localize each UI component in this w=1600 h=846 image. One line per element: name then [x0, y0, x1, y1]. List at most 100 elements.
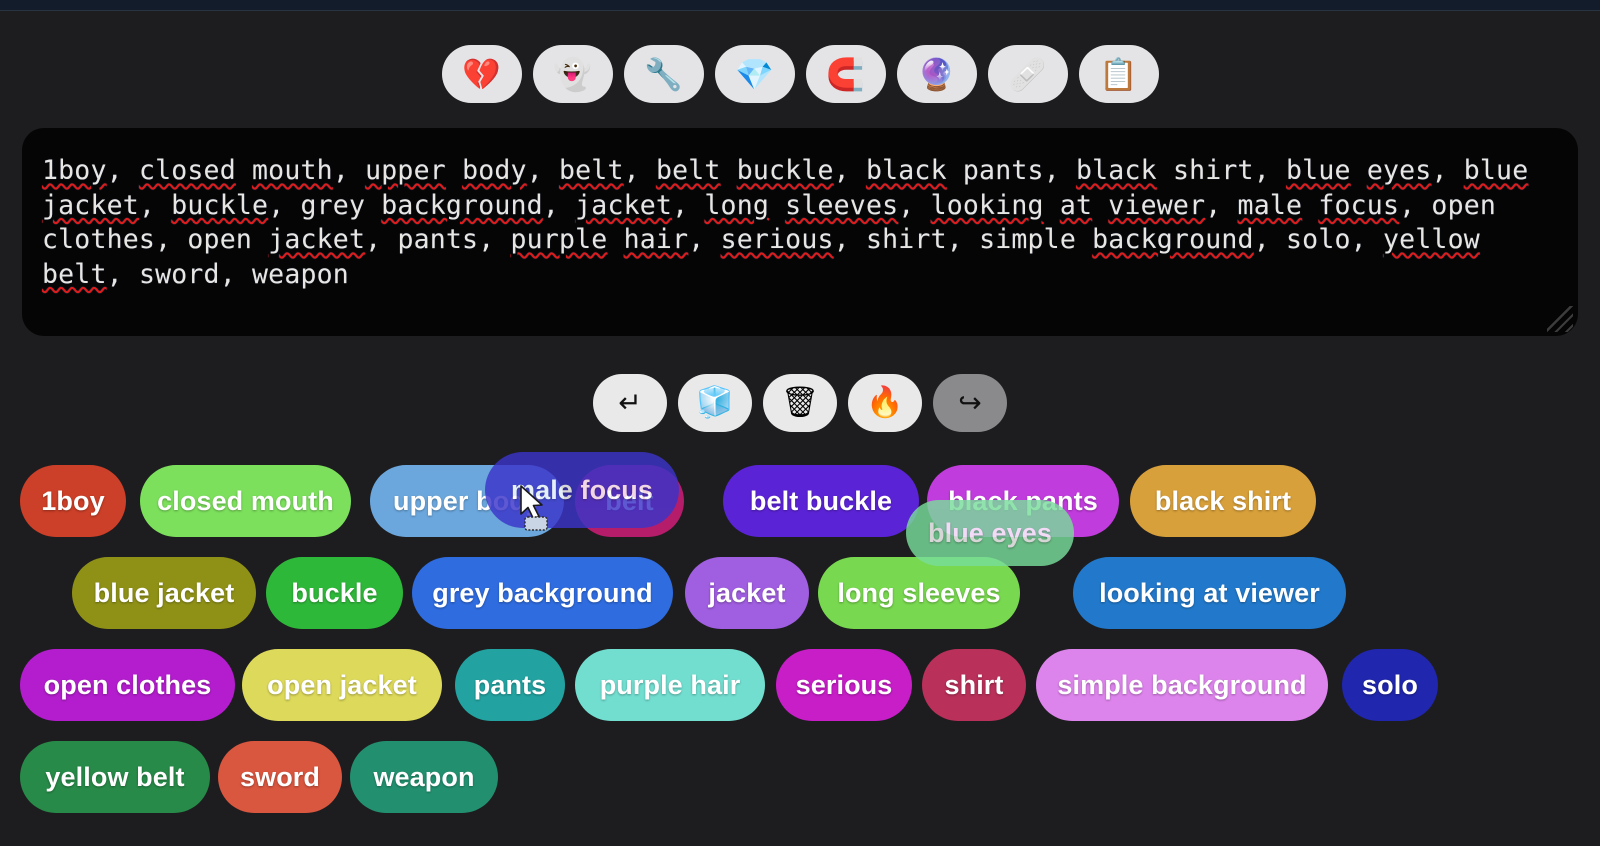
- prompt-word: belt: [42, 258, 107, 290]
- tools-wrench-button[interactable]: 🔧: [623, 45, 704, 103]
- tag-chip[interactable]: buckle: [266, 557, 403, 629]
- prompt-word: grey: [300, 189, 366, 221]
- prompt-word: focus: [1318, 189, 1400, 221]
- prompt-word: belt: [655, 155, 721, 186]
- crystal-ball-icon: 🔮: [917, 56, 956, 92]
- prompt-word: jacket: [575, 189, 673, 221]
- tag-chip[interactable]: jacket: [685, 557, 809, 629]
- magnet-icon: 🧲: [826, 56, 865, 92]
- prompt-word: simple: [979, 224, 1076, 255]
- ghost-button[interactable]: 👻: [532, 45, 613, 103]
- tag-chip[interactable]: open jacket: [242, 649, 442, 721]
- tag-chip[interactable]: grey background: [412, 557, 673, 629]
- prompt-word: long: [704, 189, 770, 221]
- undo-button[interactable]: ↵: [593, 374, 667, 432]
- textarea-resize-handle[interactable]: [1547, 306, 1573, 332]
- prompt-word: purple: [510, 224, 608, 255]
- tag-chip-dragging[interactable]: male focus: [485, 452, 679, 528]
- prompt-word: closed: [138, 155, 236, 186]
- fire-icon: 🔥: [866, 386, 904, 419]
- tag-chip[interactable]: serious: [776, 649, 912, 721]
- tag-chip[interactable]: closed mouth: [140, 465, 351, 537]
- tag-chip[interactable]: long sleeves: [818, 557, 1020, 629]
- freeze-button[interactable]: 🧊: [678, 374, 752, 432]
- prompt-word: buckle: [171, 189, 269, 221]
- tag-chip[interactable]: pants: [455, 649, 565, 721]
- ice-cube-icon: 🧊: [696, 386, 734, 419]
- tag-chip[interactable]: sword: [218, 741, 342, 813]
- tag-chip-dragging[interactable]: blue eyes: [906, 500, 1074, 566]
- bandage-button[interactable]: 🩹: [987, 45, 1068, 103]
- prompt-word: male: [1237, 189, 1303, 221]
- tag-chip[interactable]: 1boy: [20, 465, 126, 537]
- prompt-word: hair: [623, 224, 689, 255]
- prompt-word: at: [1059, 189, 1093, 221]
- tag-chip[interactable]: solo: [1342, 649, 1438, 721]
- prompt-word: mouth: [252, 155, 333, 186]
- tag-chip[interactable]: looking at viewer: [1073, 557, 1346, 629]
- window-top-strip: [0, 0, 1600, 11]
- prompt-word: black: [1076, 155, 1157, 186]
- tag-chip[interactable]: belt buckle: [723, 465, 919, 537]
- prompt-word: jacket: [268, 224, 366, 255]
- prompt-word: blue: [1463, 155, 1529, 186]
- prompt-text: 1boy, closed mouth, upper body, belt, be…: [42, 155, 1529, 290]
- tag-chip[interactable]: black shirt: [1130, 465, 1316, 537]
- ghost-icon: 👻: [553, 56, 592, 92]
- prompt-word: open: [1431, 189, 1497, 221]
- tag-chip[interactable]: weapon: [350, 741, 498, 813]
- prompt-word: 1boy: [42, 155, 107, 186]
- prompt-word: looking: [930, 189, 1044, 221]
- tag-editor-window: 💔 👻 🔧 💎 🧲 🔮 🩹 📋 1boy, closed mouth, uppe…: [0, 0, 1600, 846]
- clipboard-icon: 📋: [1099, 56, 1138, 92]
- prompt-word: belt: [559, 155, 624, 186]
- tag-row: blue jacket buckle grey background jacket lo…: [0, 547, 1600, 639]
- tag-row: yellow belt sword weapon: [0, 731, 1600, 823]
- undo-arrow-icon: ↵: [618, 387, 642, 418]
- prompt-word: yellow: [1382, 224, 1480, 255]
- redo-arrow-icon: ↪: [958, 387, 982, 418]
- prompt-word: jacket: [42, 189, 139, 221]
- prompt-word: eyes: [1366, 155, 1432, 186]
- prompt-word: solo: [1286, 224, 1351, 255]
- tag-chip[interactable]: yellow belt: [20, 741, 210, 813]
- prompt-word: pants: [962, 155, 1044, 186]
- top-icon-toolbar: 💔 👻 🔧 💎 🧲 🔮 🩹 📋: [0, 45, 1600, 103]
- prompt-word: shirt: [865, 224, 947, 255]
- tag-action-toolbar: ↵ 🧊 🗑 🔥 ↪: [0, 374, 1600, 432]
- tag-chip[interactable]: blue jacket: [72, 557, 256, 629]
- prompt-word: background: [1092, 224, 1254, 255]
- prompt-word: serious: [720, 224, 834, 255]
- crystal-ball-button[interactable]: 🔮: [896, 45, 977, 103]
- prompt-word: weapon: [252, 258, 349, 290]
- prompt-word: pants: [397, 224, 479, 255]
- delete-button[interactable]: 🗑: [763, 374, 837, 432]
- bandage-icon: 🩹: [1008, 56, 1047, 92]
- magnet-button[interactable]: 🧲: [805, 45, 886, 103]
- burn-button[interactable]: 🔥: [848, 374, 922, 432]
- prompt-word: sword: [138, 258, 220, 290]
- tag-row: open clothes open jacket pants purple hair s…: [0, 639, 1600, 731]
- gem-button[interactable]: 💎: [714, 45, 795, 103]
- prompt-word: shirt: [1172, 155, 1254, 186]
- prompt-word: body: [462, 155, 527, 186]
- prompt-word: background: [381, 189, 543, 221]
- prompt-textarea[interactable]: 1boy, closed mouth, upper body, belt, be…: [22, 128, 1578, 336]
- trash-can-icon: 🗑: [780, 386, 820, 419]
- redo-button[interactable]: ↪: [933, 374, 1007, 432]
- tag-chip[interactable]: purple hair: [575, 649, 765, 721]
- favorite-heart-button[interactable]: 💔: [441, 45, 522, 103]
- tag-chip[interactable]: open clothes: [20, 649, 235, 721]
- prompt-word: clothes: [42, 224, 156, 255]
- tag-chip[interactable]: shirt: [922, 649, 1026, 721]
- prompt-word: upper: [365, 155, 446, 186]
- prompt-word: blue: [1286, 155, 1351, 186]
- clipboard-button[interactable]: 📋: [1078, 45, 1159, 103]
- broken-heart-icon: 💔: [462, 56, 501, 92]
- prompt-word: buckle: [736, 155, 834, 186]
- tag-chip[interactable]: simple background: [1036, 649, 1328, 721]
- wrench-icon: 🔧: [644, 56, 683, 92]
- prompt-word: viewer: [1108, 189, 1206, 221]
- gem-icon: 💎: [735, 56, 774, 92]
- prompt-word: open: [187, 224, 253, 255]
